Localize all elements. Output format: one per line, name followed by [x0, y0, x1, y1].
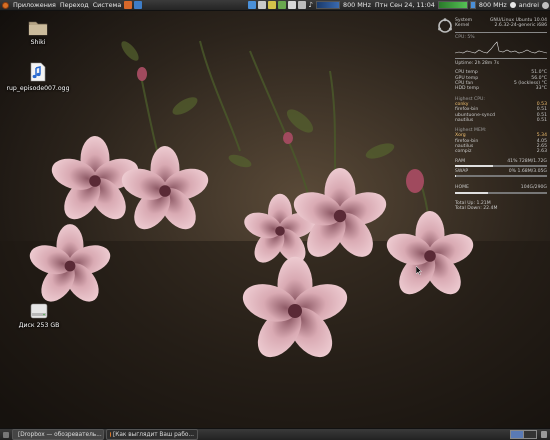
- user-status-icon[interactable]: [509, 2, 516, 8]
- conky-home-bar: [455, 191, 547, 194]
- cpu-graph-icon[interactable]: [316, 1, 341, 9]
- workspace-switcher[interactable]: [510, 430, 537, 439]
- conky-swap-bar: [455, 175, 547, 178]
- process-name: compiz: [455, 149, 472, 155]
- audio-file-icon: [30, 62, 46, 82]
- workspace-1[interactable]: [510, 430, 524, 439]
- conky-kernel-row: Kernel 2.6.32-24-generic i686: [455, 23, 547, 28]
- mail-icon[interactable]: [287, 1, 296, 9]
- conky-divider: [455, 58, 547, 60]
- conky-home-label: HOME: [455, 185, 469, 191]
- thunderbird-launcher-icon[interactable]: [134, 1, 143, 9]
- process-name: nautilus: [455, 117, 474, 123]
- conky-swap-value: 0% 1.68M/3.05G: [508, 168, 547, 174]
- update-notifier-icon[interactable]: [267, 1, 276, 9]
- conky-swap-row: SWAP 0% 1.68M/3.05G: [455, 169, 547, 174]
- conky-kernel-label: Kernel: [455, 23, 470, 29]
- show-desktop-icon[interactable]: [3, 431, 9, 438]
- bottom-panel: [Dropbox — обозреватель... [Как выглядит…: [0, 428, 550, 440]
- conky-home-row: HOME 104G/290G: [455, 185, 547, 190]
- power-icon[interactable]: [542, 1, 549, 9]
- system-tray: ♪ 800 MHz Птн Сен 24, 11:04 800 MHz andr…: [247, 0, 550, 11]
- conky-swap-label: SWAP: [455, 168, 469, 174]
- taskbar-item[interactable]: [Как выглядит Ваш рабо...: [106, 429, 198, 440]
- conky-hdd-temp-row: HDD temp 33°C: [455, 86, 547, 91]
- media-player-icon[interactable]: [277, 1, 286, 9]
- conky-cpu-graph: [454, 41, 548, 54]
- conky-download: Total Down: 22.4M: [455, 205, 498, 211]
- cpu-freq-1[interactable]: 800 MHz: [341, 1, 373, 9]
- menu-system[interactable]: Система: [91, 0, 124, 11]
- desktop-icon-label: rup_episode007.ogg: [6, 85, 70, 92]
- conky-home-bar-fill: [455, 191, 489, 194]
- cpu-freq-2[interactable]: 800 MHz: [477, 1, 509, 9]
- conky-ram-value: 41% 728M/1.72G: [507, 158, 547, 164]
- conky-monitor: System GNU/Linux Ubuntu 10.04 Kernel 2.6…: [438, 18, 548, 211]
- desktop-icon-label: Диск 253 GB: [18, 322, 60, 329]
- menu-applications[interactable]: Приложения: [11, 0, 58, 11]
- taskbar-item-label: [Как выглядит Ваш рабо...: [112, 431, 194, 438]
- conky-home-value: 104G/290G: [520, 185, 547, 191]
- dropbox-icon[interactable]: [247, 1, 256, 9]
- network-icon[interactable]: [257, 1, 266, 9]
- folder-icon: [28, 21, 48, 36]
- mouse-cursor-icon: [416, 266, 422, 275]
- workspace-2[interactable]: [524, 430, 537, 439]
- conky-ram-bar-fill: [455, 164, 493, 167]
- conky-top-cpu-row: nautilus 0.51: [455, 118, 547, 123]
- firefox-launcher-icon[interactable]: [124, 1, 133, 9]
- process-value: 0.51: [536, 117, 547, 123]
- conky-swap-bar-fill: [455, 175, 456, 178]
- desktop-icon-audio-file[interactable]: rup_episode007.ogg: [3, 62, 73, 92]
- volume-icon[interactable]: ♪: [307, 1, 315, 9]
- firefox-icon: [110, 432, 111, 437]
- conky-hdd-temp-value: 33°C: [535, 86, 547, 92]
- username[interactable]: andrei: [517, 1, 541, 9]
- ubuntu-logo-icon: [438, 18, 452, 33]
- desktop-icon-label: Shiki: [30, 39, 46, 46]
- clock[interactable]: Птн Сен 24, 11:04: [373, 1, 437, 9]
- desktop-icon-shiki[interactable]: Shiki: [20, 19, 56, 46]
- conky-hdd-temp-label: HDD temp: [455, 86, 480, 92]
- drive-icon: [30, 303, 48, 319]
- top-panel: Приложения Переход Система ♪ 800 MHz Птн…: [0, 0, 550, 11]
- ubuntu-logo-icon[interactable]: [2, 1, 9, 9]
- conky-ram-row: RAM 41% 728M/1.72G: [455, 159, 547, 164]
- menu-places[interactable]: Переход: [58, 0, 91, 11]
- desktop-icon-drive[interactable]: Диск 253 GB: [14, 303, 64, 329]
- conky-divider: [455, 31, 547, 33]
- battery-icon[interactable]: [469, 1, 476, 9]
- conky-ram-label: RAM: [455, 158, 466, 164]
- conky-kernel-value: 2.6.32-24-generic i686: [494, 23, 547, 29]
- taskbar-item[interactable]: [Dropbox — обозреватель...: [12, 429, 104, 440]
- taskbar-item-label: [Dropbox — обозреватель...: [18, 431, 102, 438]
- trash-icon[interactable]: [541, 431, 547, 438]
- conky-top-mem-row: compiz 2.63: [455, 149, 547, 154]
- system-monitor-icon[interactable]: [437, 1, 468, 9]
- process-value: 2.63: [536, 149, 547, 155]
- conky-ram-bar: [455, 164, 547, 167]
- keyboard-icon[interactable]: [297, 1, 306, 9]
